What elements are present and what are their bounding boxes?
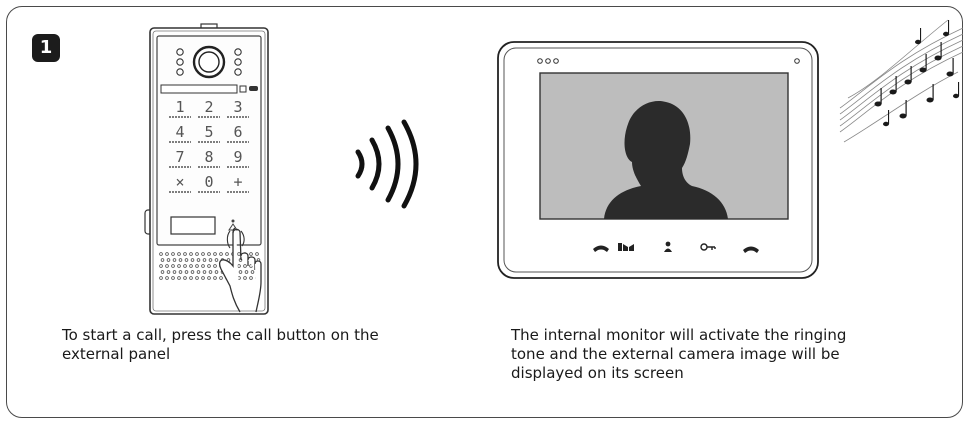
keypad-key-7[interactable]: 7: [175, 148, 184, 166]
music-notes-icon: [839, 19, 964, 143]
keypad-key-0[interactable]: 0: [204, 173, 213, 191]
internal-monitor: [497, 41, 819, 279]
keypad-key-1[interactable]: 1: [175, 98, 184, 116]
keypad-key-4[interactable]: 4: [175, 123, 184, 141]
keypad-key-5[interactable]: 5: [204, 123, 213, 141]
keypad-key-6[interactable]: 6: [233, 123, 242, 141]
keypad-key-×[interactable]: ×: [175, 173, 184, 191]
keypad-key-2[interactable]: 2: [204, 98, 213, 116]
step-number-badge: 1: [32, 34, 60, 62]
pressing-hand: [218, 227, 262, 313]
keypad-key-3[interactable]: 3: [233, 98, 242, 116]
caption-internal-monitor: The internal monitor will activate the r…: [511, 326, 847, 382]
keypad-key-8[interactable]: 8: [204, 148, 213, 166]
wireless-signal-icon: [355, 119, 419, 209]
caption-external-panel: To start a call, press the call button o…: [62, 326, 379, 363]
keypad-key-9[interactable]: 9: [233, 148, 242, 166]
keypad-key-+[interactable]: +: [233, 173, 242, 191]
